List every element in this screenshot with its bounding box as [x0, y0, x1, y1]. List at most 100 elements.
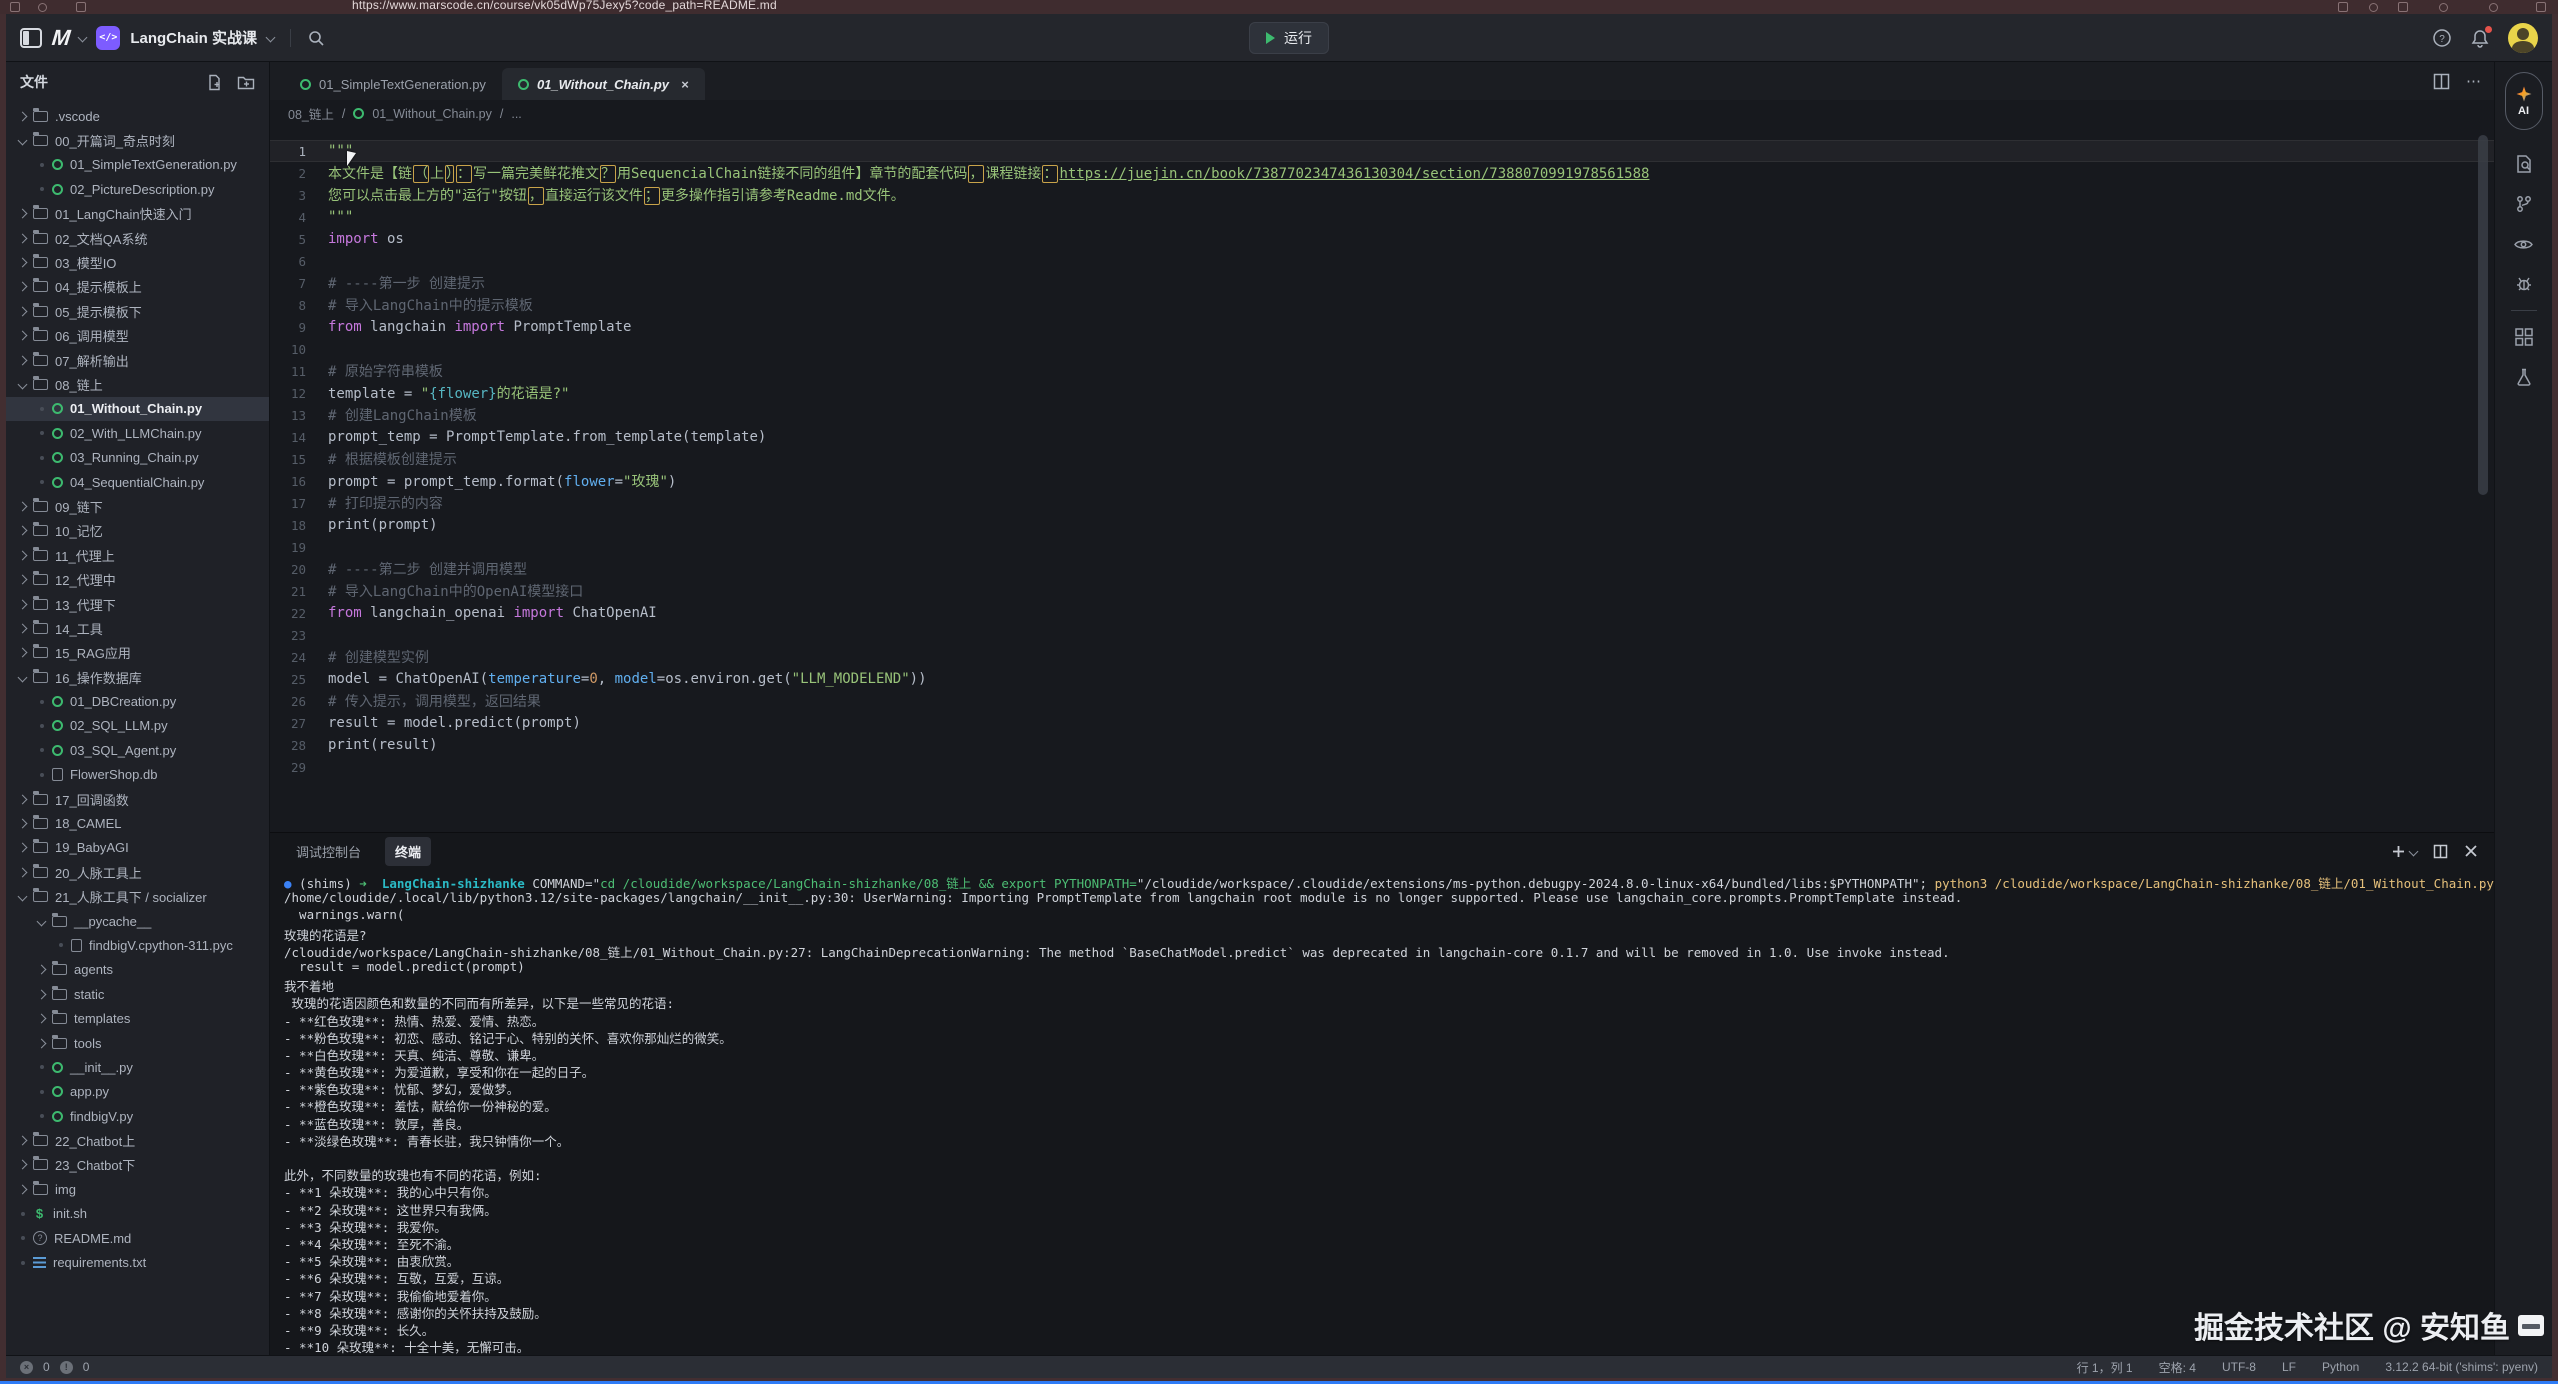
user-avatar[interactable] [2508, 23, 2538, 53]
toggle-sidebar-icon[interactable] [20, 28, 42, 48]
status-item[interactable]: Python [2322, 1360, 2359, 1374]
browser-home-icon[interactable] [76, 2, 86, 12]
status-item[interactable]: UTF-8 [2222, 1360, 2256, 1374]
code-link[interactable]: https://juejin.cn/book/73877023474361303… [1059, 166, 1649, 182]
tree-item[interactable]: 04_提示模板上 [6, 275, 269, 299]
tree-item[interactable]: 21_人脉工具下 / socializer [6, 885, 269, 909]
tree-item[interactable]: 02_SQL_LLM.py [6, 714, 269, 738]
chevron-down-icon[interactable] [78, 33, 88, 43]
tree-item[interactable]: 23_Chatbot下 [6, 1153, 269, 1177]
split-terminal-icon[interactable] [2433, 844, 2448, 859]
tree-item[interactable]: 03_模型IO [6, 250, 269, 274]
browser-sidebar-icon[interactable] [10, 2, 20, 12]
tree-item[interactable]: 14_工具 [6, 616, 269, 640]
terminal-tab[interactable]: 终端 [385, 837, 431, 866]
tree-item[interactable]: 06_调用模型 [6, 324, 269, 348]
tree-item[interactable]: app.py [6, 1080, 269, 1104]
tree-item[interactable]: 17_回调函数 [6, 787, 269, 811]
marscode-logo[interactable]: M [51, 25, 71, 51]
tree-item[interactable]: 20_人脉工具上 [6, 860, 269, 884]
editor-tab[interactable]: 01_Without_Chain.py× [502, 68, 705, 100]
tree-item[interactable]: 16_操作数据库 [6, 665, 269, 689]
run-button[interactable]: 运行 [1249, 22, 1329, 54]
debug-bug-icon[interactable] [2495, 264, 2552, 304]
tree-item[interactable]: templates [6, 1006, 269, 1030]
tree-item[interactable]: 01_DBCreation.py [6, 689, 269, 713]
search-icon[interactable] [307, 29, 325, 47]
browser-profile-icon[interactable] [2489, 3, 2498, 12]
close-panel-icon[interactable] [2464, 844, 2478, 858]
status-item[interactable]: LF [2282, 1360, 2296, 1374]
tree-item[interactable]: 01_SimpleTextGeneration.py [6, 153, 269, 177]
breadcrumb-item[interactable]: 08_链上 [288, 104, 334, 123]
tree-item[interactable]: 15_RAG应用 [6, 641, 269, 665]
warnings-icon[interactable]: ! [60, 1361, 73, 1374]
tree-item[interactable]: 10_记忆 [6, 519, 269, 543]
browser-translate-icon[interactable] [2369, 3, 2378, 12]
search-in-files-icon[interactable] [2495, 144, 2552, 184]
browser-extensions-icon[interactable] [2439, 3, 2448, 12]
tree-item[interactable]: 01_LangChain快速入门 [6, 202, 269, 226]
tree-item[interactable]: __pycache__ [6, 909, 269, 933]
help-icon[interactable]: ? [2432, 28, 2452, 48]
browser-menu-icon[interactable] [2536, 2, 2546, 12]
tree-item[interactable]: 05_提示模板下 [6, 299, 269, 323]
notifications-bell-icon[interactable] [2470, 28, 2490, 48]
tree-item[interactable]: 02_With_LLMChain.py [6, 421, 269, 445]
tree-item[interactable]: FlowerShop.db [6, 763, 269, 787]
browser-reload-icon[interactable] [38, 3, 47, 12]
tree-item[interactable]: 22_Chatbot上 [6, 1128, 269, 1152]
ai-assistant-button[interactable]: AI [2505, 72, 2543, 130]
status-item[interactable]: 3.12.2 64-bit ('shims': pyenv) [2385, 1360, 2538, 1374]
extensions-icon[interactable] [2495, 317, 2552, 357]
tree-item[interactable]: __init__.py [6, 1055, 269, 1079]
project-title[interactable]: LangChain 实战课 [130, 27, 257, 48]
more-actions-icon[interactable]: ⋯ [2466, 72, 2482, 90]
tree-item[interactable]: tools [6, 1031, 269, 1055]
browser-split-icon[interactable] [2338, 2, 2348, 12]
status-item[interactable]: 行 1，列 1 [2077, 1359, 2133, 1376]
source-control-icon[interactable] [2495, 184, 2552, 224]
tree-item[interactable]: 04_SequentialChain.py [6, 470, 269, 494]
tree-item[interactable]: findbigV.py [6, 1104, 269, 1128]
chevron-down-icon[interactable] [266, 33, 276, 43]
tree-item[interactable]: 00_开篇词_奇点时刻 [6, 128, 269, 152]
tree-item[interactable]: 09_链下 [6, 494, 269, 518]
tree-item[interactable]: agents [6, 958, 269, 982]
tree-item[interactable]: 12_代理中 [6, 567, 269, 591]
status-item[interactable]: 空格: 4 [2159, 1359, 2196, 1376]
tree-item[interactable]: 03_Running_Chain.py [6, 445, 269, 469]
tree-item[interactable]: 02_PictureDescription.py [6, 177, 269, 201]
tree-item[interactable]: requirements.txt [6, 1250, 269, 1274]
tree-item[interactable]: 18_CAMEL [6, 811, 269, 835]
terminal-tab[interactable]: 调试控制台 [286, 837, 371, 866]
close-tab-icon[interactable]: × [681, 77, 689, 92]
tree-item[interactable]: 19_BabyAGI [6, 836, 269, 860]
breadcrumb-item[interactable]: ... [511, 107, 521, 121]
tree-item[interactable]: .vscode [6, 104, 269, 128]
editor-tab[interactable]: 01_SimpleTextGeneration.py [284, 68, 502, 100]
terminal-output[interactable]: ● (shims) ➜ LangChain-shizhanke COMMAND=… [270, 869, 2494, 1355]
tree-item[interactable]: 11_代理上 [6, 543, 269, 567]
editor-scrollbar[interactable] [2478, 135, 2488, 495]
tree-item[interactable]: static [6, 982, 269, 1006]
tree-item[interactable]: 01_Without_Chain.py [6, 397, 269, 421]
tree-item[interactable]: 13_代理下 [6, 592, 269, 616]
tree-item[interactable]: 02_文档QA系统 [6, 226, 269, 250]
tree-item[interactable]: 07_解析输出 [6, 348, 269, 372]
breadcrumb-item[interactable]: 01_Without_Chain.py [372, 107, 492, 121]
test-flask-icon[interactable] [2495, 357, 2552, 397]
code-editor[interactable]: 1"""2本文件是【链（上）：写一篇完美鲜花推文？用SequencialChai… [270, 127, 2494, 832]
errors-icon[interactable]: × [20, 1361, 33, 1374]
new-terminal-button[interactable] [2391, 844, 2417, 859]
preview-eye-icon[interactable] [2495, 224, 2552, 264]
tree-item[interactable]: 03_SQL_Agent.py [6, 738, 269, 762]
address-bar[interactable]: https://www.marscode.cn/course/vk05dWp75… [352, 0, 777, 12]
tree-item[interactable]: img [6, 1177, 269, 1201]
tree-item[interactable]: 08_链上 [6, 372, 269, 396]
tree-item[interactable]: $init.sh [6, 1202, 269, 1226]
tree-item[interactable]: findbigV.cpython-311.pyc [6, 933, 269, 957]
split-editor-icon[interactable] [2433, 73, 2450, 90]
new-file-icon[interactable] [206, 74, 223, 91]
browser-bookmark-icon[interactable] [2398, 2, 2408, 12]
